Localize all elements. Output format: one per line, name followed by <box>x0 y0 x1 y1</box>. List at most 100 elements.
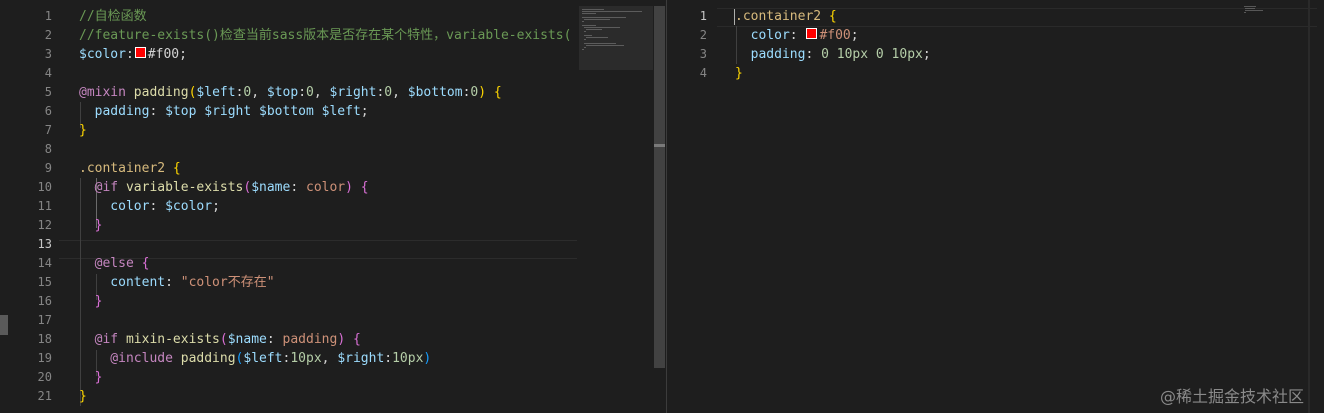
line-number: 11 <box>37 199 52 213</box>
line-number: 6 <box>44 104 52 118</box>
line-number: 20 <box>37 370 52 384</box>
function-token: padding <box>180 351 236 366</box>
code-line[interactable]: .container2 { <box>79 159 577 178</box>
code-line[interactable]: } <box>79 216 577 235</box>
function-token: padding <box>133 85 189 100</box>
code-area-css[interactable]: .container2 { color: #f00; padding: 0 10… <box>735 7 931 83</box>
selector-token: .container2 <box>79 161 173 176</box>
code-line[interactable]: content: "color不存在" <box>79 273 577 292</box>
line-number: 3 <box>44 47 52 61</box>
bracket-token: { <box>828 9 837 24</box>
code-line[interactable]: color: #f00; <box>735 26 931 45</box>
punctuation-token: : <box>298 85 307 100</box>
line-number-gutter: 1 2 3 4 <box>667 7 707 83</box>
property-token: color <box>735 28 790 43</box>
bracket-token: } <box>735 66 743 81</box>
code-line[interactable] <box>79 311 577 330</box>
scrollbar-cursor-marker <box>654 144 665 147</box>
line-number: 4 <box>44 66 52 80</box>
code-line[interactable] <box>79 64 577 83</box>
line-number: 19 <box>37 351 52 365</box>
number-token: 10px <box>392 351 424 366</box>
function-token: mixin-exists <box>125 332 220 347</box>
code-line[interactable]: .container2 { <box>735 7 931 26</box>
code-line[interactable]: //feature-exists()检查当前sass版本是否存在某个特性，var… <box>79 26 577 45</box>
selector-token: .container2 <box>735 9 829 24</box>
minimap[interactable] <box>579 6 653 70</box>
code-line[interactable]: padding: 0 10px 0 10px; <box>735 45 931 64</box>
code-line[interactable]: @if mixin-exists($name: padding) { <box>79 330 577 349</box>
number-token: 0 <box>384 85 393 100</box>
punctuation-token: ; <box>212 199 220 214</box>
code-line[interactable]: @if variable-exists($name: color) { <box>79 178 577 197</box>
line-number: 2 <box>44 28 52 42</box>
punctuation-token: ; <box>850 28 859 43</box>
line-number: 2 <box>699 28 707 42</box>
line-number: 10 <box>37 180 52 194</box>
minimap-right[interactable] <box>1244 6 1274 16</box>
at-rule-token: @if <box>79 332 126 347</box>
line-number: 1 <box>44 9 52 23</box>
punctuation-token: : <box>805 47 822 62</box>
comment-token: //feature-exists()检查当前sass版本是否存在某个特性，var… <box>79 28 572 43</box>
function-token: variable-exists <box>125 180 244 195</box>
vertical-scrollbar-right[interactable] <box>1308 0 1310 413</box>
code-line[interactable]: } <box>79 387 577 406</box>
number-token: 0 10px 0 10px <box>821 47 923 62</box>
punctuation-token: , <box>321 351 338 366</box>
bracket-token: ) <box>345 180 361 195</box>
bracket-token: } <box>79 218 103 233</box>
punctuation-token: : <box>165 275 181 290</box>
code-line[interactable]: padding: $top $right $bottom $left; <box>79 102 577 121</box>
bracket-token: { <box>172 161 181 176</box>
punctuation-token: : <box>125 47 134 62</box>
property-token: padding <box>735 47 806 62</box>
code-line[interactable]: $color: #f00; <box>79 45 577 64</box>
variable-token: $name <box>251 180 291 195</box>
code-line[interactable] <box>79 235 577 254</box>
sidebar-handle[interactable] <box>0 315 8 335</box>
bracket-token: } <box>79 389 87 404</box>
punctuation-token: ; <box>922 47 931 62</box>
property-token: color <box>79 199 150 214</box>
code-area-scss[interactable]: //自检函数 //feature-exists()检查当前sass版本是否存在某个… <box>79 7 577 406</box>
code-line[interactable]: } <box>79 121 577 140</box>
code-line[interactable]: } <box>735 64 931 83</box>
variable-token: $name <box>227 332 267 347</box>
at-rule-token: @if <box>79 180 126 195</box>
number-token: 10px <box>290 351 322 366</box>
line-number: 13 <box>37 237 52 251</box>
editor-pane-scss[interactable]: 1 2 3 4 5 6 7 8 9 10 11 12 13 14 15 16 17 18 19 20 21 //自检函数… <box>0 0 666 413</box>
code-line[interactable]: } <box>79 292 577 311</box>
bracket-token: } <box>79 123 87 138</box>
line-number: 14 <box>37 256 52 270</box>
code-line[interactable]: color: $color; <box>79 197 577 216</box>
color-swatch[interactable] <box>806 28 818 39</box>
code-line[interactable]: } <box>79 368 577 387</box>
code-line[interactable] <box>79 140 577 159</box>
line-number: 5 <box>44 85 52 99</box>
variable-token: $top $right $bottom $left <box>165 104 361 119</box>
variable-token: $right <box>337 351 385 366</box>
bracket-token: ( <box>219 332 228 347</box>
punctuation-token: : <box>789 28 806 43</box>
variable-token: $right <box>329 85 377 100</box>
punctuation-token: #f00 <box>147 47 180 62</box>
line-number: 7 <box>44 123 52 137</box>
vertical-scrollbar[interactable] <box>654 6 665 368</box>
number-token: 0 <box>306 85 314 100</box>
watermark: @稀土掘金技术社区 <box>1159 387 1304 406</box>
comment-token: //自检函数 <box>79 9 147 24</box>
variable-token: $top <box>266 85 299 100</box>
bracket-token: { <box>493 85 502 100</box>
code-line[interactable]: @include padding($left:10px, $right:10px… <box>79 349 577 368</box>
punctuation-token: , <box>251 85 267 100</box>
string-token: #f00 <box>819 28 851 43</box>
punctuation-token: : <box>290 180 306 195</box>
color-swatch[interactable] <box>134 47 146 58</box>
code-line[interactable]: @mixin padding($left:0, $top:0, $right:0… <box>79 83 577 102</box>
punctuation-token: ; <box>360 104 369 119</box>
editor-pane-css[interactable]: 1 2 3 4 .container2 { color: #f00; padding:… <box>667 0 1324 413</box>
code-line[interactable]: //自检函数 <box>79 7 577 26</box>
code-line[interactable]: @else { <box>79 254 577 273</box>
